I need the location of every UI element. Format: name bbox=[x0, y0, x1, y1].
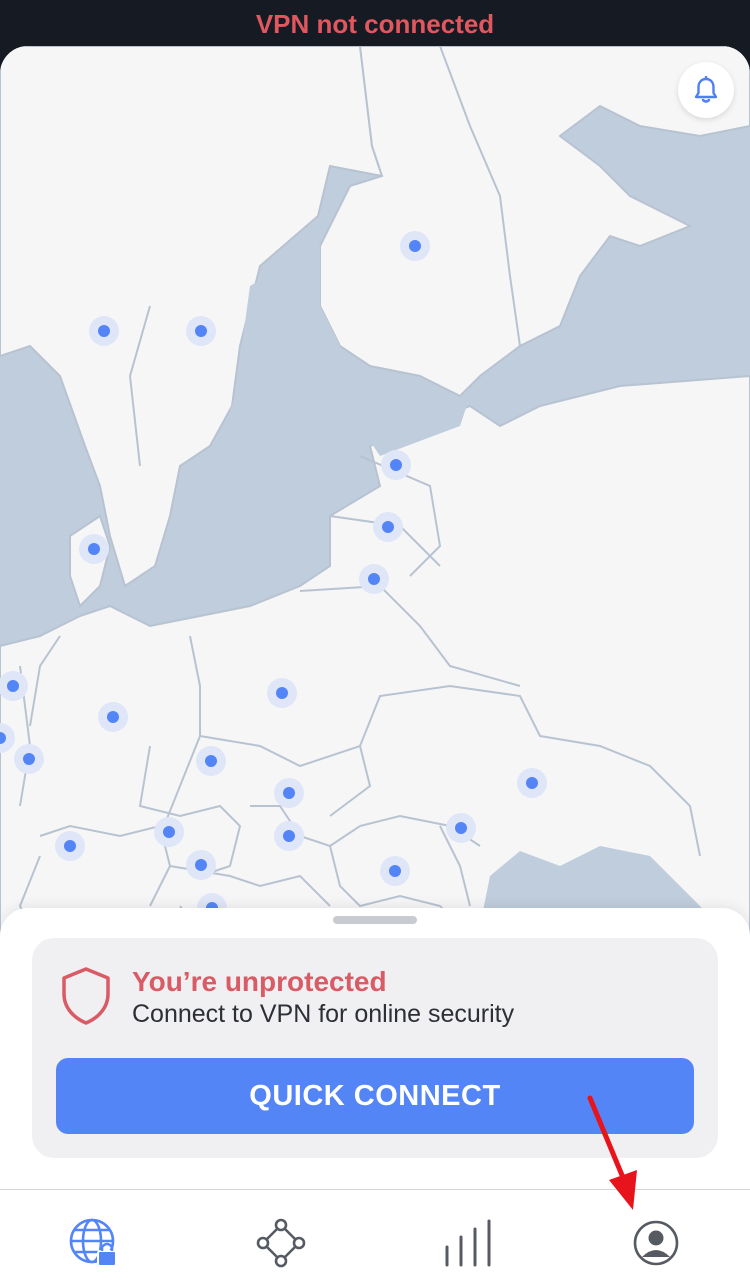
server-marker[interactable] bbox=[14, 744, 44, 774]
sheet-drag-handle[interactable] bbox=[333, 916, 417, 924]
server-map[interactable] bbox=[0, 46, 750, 966]
notifications-button[interactable] bbox=[678, 62, 734, 118]
vpn-status-text: VPN not connected bbox=[255, 8, 495, 39]
server-marker[interactable] bbox=[274, 778, 304, 808]
server-marker[interactable] bbox=[274, 821, 304, 851]
meshnet-icon bbox=[256, 1218, 306, 1268]
server-marker[interactable] bbox=[186, 316, 216, 346]
server-marker[interactable] bbox=[89, 316, 119, 346]
tab-map[interactable] bbox=[0, 1190, 188, 1288]
server-marker[interactable] bbox=[373, 512, 403, 542]
server-marker[interactable] bbox=[196, 746, 226, 776]
server-marker[interactable] bbox=[79, 534, 109, 564]
server-marker[interactable] bbox=[380, 856, 410, 886]
stats-bars-icon bbox=[445, 1219, 491, 1267]
server-marker[interactable] bbox=[98, 702, 128, 732]
tab-stats[interactable] bbox=[375, 1190, 563, 1288]
quick-connect-button[interactable]: QUICK CONNECT bbox=[56, 1058, 694, 1134]
server-marker[interactable] bbox=[154, 817, 184, 847]
tab-profile[interactable] bbox=[563, 1190, 750, 1288]
protection-status-card: You’re unprotected Connect to VPN for on… bbox=[32, 938, 718, 1158]
bell-icon bbox=[694, 76, 718, 103]
server-marker[interactable] bbox=[267, 678, 297, 708]
server-marker[interactable] bbox=[400, 231, 430, 261]
globe-lock-icon bbox=[69, 1218, 117, 1267]
bottom-tab-bar bbox=[0, 1189, 750, 1288]
server-marker[interactable] bbox=[446, 813, 476, 843]
protection-title: You’re unprotected bbox=[132, 966, 387, 997]
protection-subtitle: Connect to VPN for online security bbox=[132, 1000, 515, 1028]
server-marker[interactable] bbox=[359, 564, 389, 594]
tab-meshnet[interactable] bbox=[188, 1190, 376, 1288]
vpn-status-bar: VPN not connected bbox=[0, 0, 750, 48]
map-canvas[interactable] bbox=[0, 46, 750, 966]
server-marker[interactable] bbox=[381, 450, 411, 480]
shield-icon bbox=[62, 967, 110, 1025]
server-marker[interactable] bbox=[517, 768, 547, 798]
server-marker[interactable] bbox=[186, 850, 216, 880]
profile-icon bbox=[633, 1220, 679, 1266]
server-marker[interactable] bbox=[55, 831, 85, 861]
